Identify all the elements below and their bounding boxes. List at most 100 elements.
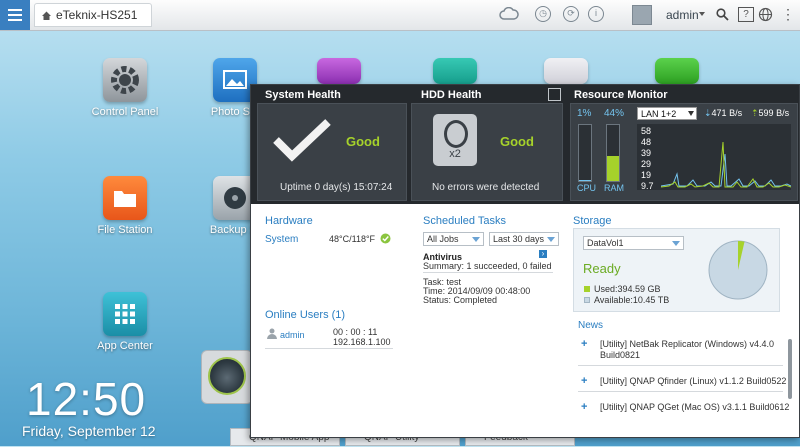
news-item-line1[interactable]: [Utility] NetBak Replicator (Windows) v4… <box>600 339 774 349</box>
uptime: Uptime 0 day(s) 15:07:24 <box>280 182 393 193</box>
info-icon[interactable]: i <box>588 6 604 22</box>
y-tick: 58 <box>641 126 652 136</box>
sync-icon[interactable]: ⟳ <box>563 6 579 22</box>
top-bar: eTeknix-HS251 ◷ ⟳ i admin ? ⋮ <box>0 0 800 31</box>
storage-title: Storage <box>573 215 612 227</box>
news-expand-icon[interactable]: + <box>581 339 590 350</box>
news-item-line1[interactable]: [Utility] QNAP Qfinder (Linux) v1.1.2 Bu… <box>600 376 786 386</box>
app-app-center[interactable]: App Center <box>80 292 170 352</box>
lan-select-value: LAN 1+2 <box>641 109 677 119</box>
folder-icon <box>103 176 147 220</box>
hardware-title: Hardware <box>265 215 313 227</box>
video-icon <box>433 58 477 84</box>
lan-select[interactable]: LAN 1+2 <box>637 107 697 120</box>
search-icon[interactable] <box>716 8 729 21</box>
storage-available: Available:10.45 TB <box>594 295 670 305</box>
disk-icon: x2 <box>433 114 477 166</box>
help-icon[interactable]: ? <box>738 7 754 22</box>
avatar[interactable] <box>632 5 652 25</box>
chevron-down-icon[interactable] <box>699 12 705 17</box>
music-icon <box>317 58 361 84</box>
desktop-date: Friday, September 12 <box>22 423 156 439</box>
menu-icon[interactable] <box>0 0 30 30</box>
more-icon[interactable]: ⋮ <box>781 6 795 22</box>
range-select-value: Last 30 days <box>493 234 545 244</box>
list-icon[interactable] <box>548 88 561 101</box>
app-label: File Station <box>97 224 153 236</box>
app-control-panel[interactable]: Control Panel <box>80 58 170 118</box>
online-user-ip: 192.168.1.100 <box>333 337 391 347</box>
divider <box>578 365 783 366</box>
news-expand-icon[interactable]: + <box>581 402 590 413</box>
news-title: News <box>578 320 604 331</box>
divider <box>265 348 393 349</box>
grid-icon <box>103 292 147 336</box>
scheduled-tasks-title: Scheduled Tasks <box>423 215 506 227</box>
y-tick: 9.7 <box>641 181 654 191</box>
app-music-station[interactable] <box>294 58 384 84</box>
hd-icon <box>544 58 588 84</box>
hdd-health-status: Good <box>500 134 534 149</box>
dashboard-launcher[interactable] <box>201 350 253 404</box>
cloud-icon[interactable] <box>499 7 519 21</box>
hdd-health-title: HDD Health <box>421 89 482 101</box>
task-summary: Summary: 1 succeeded, 0 failed <box>423 261 552 271</box>
upload-speed: ⇡599 B/s <box>751 108 790 118</box>
globe-icon[interactable] <box>758 7 773 22</box>
news-item-line2[interactable]: Build0821 <box>600 350 640 360</box>
storage-status: Ready <box>583 261 621 276</box>
download-icon <box>655 58 699 84</box>
news-item-line1[interactable]: [Utility] QNAP QGet (Mac OS) v3.1.1 Buil… <box>600 402 789 412</box>
available-swatch <box>584 297 590 303</box>
cpu-percent: 1% <box>577 108 592 119</box>
disk-count: x2 <box>449 148 461 160</box>
divider <box>578 391 783 392</box>
online-user-time: 00 : 00 : 11 <box>333 327 378 337</box>
system-health-card[interactable]: Good Uptime 0 day(s) 15:07:24 <box>257 103 407 201</box>
task-expand-icon[interactable]: › <box>539 250 547 258</box>
divider <box>423 272 553 273</box>
y-tick: 39 <box>641 148 652 158</box>
check-icon <box>273 119 331 162</box>
news-scrollbar[interactable] <box>788 339 792 399</box>
y-tick: 29 <box>641 159 652 169</box>
app-label: App Center <box>97 340 153 352</box>
net-line-up <box>661 153 791 187</box>
app-file-station[interactable]: File Station <box>80 176 170 236</box>
clock-icon[interactable]: ◷ <box>535 6 551 22</box>
system-health-status: Good <box>346 134 380 149</box>
user-menu[interactable]: admin <box>666 8 699 22</box>
storage-used: Used:394.59 GB <box>594 284 661 294</box>
cpu-bar <box>578 124 592 182</box>
hardware-system-label[interactable]: System <box>265 234 298 245</box>
app-video-station[interactable] <box>410 58 500 84</box>
range-select[interactable]: Last 30 days <box>489 232 559 246</box>
gauge-icon <box>208 357 246 395</box>
tab-home[interactable]: eTeknix-HS251 <box>34 3 152 27</box>
news-expand-icon[interactable]: + <box>581 376 590 387</box>
system-health-title: System Health <box>265 89 341 101</box>
app-download-station[interactable] <box>632 58 722 84</box>
app-label: Control Panel <box>91 106 159 118</box>
desktop-clock: 12:50 <box>26 373 147 425</box>
hdd-detail: No errors were detected <box>432 182 540 193</box>
volume-select[interactable]: DataVol1 <box>583 236 684 250</box>
jobs-select-value: All Jobs <box>427 234 459 244</box>
check-circle-icon <box>380 233 391 244</box>
download-speed: ⇣471 B/s <box>704 108 743 118</box>
jobs-select[interactable]: All Jobs <box>423 232 484 246</box>
storage-pie <box>708 240 768 300</box>
hdd-health-card[interactable]: x2 Good No errors were detected <box>411 103 563 201</box>
volume-select-value: DataVol1 <box>587 238 624 248</box>
app-hd-station[interactable] <box>521 58 611 84</box>
online-user-name[interactable]: admin <box>280 330 305 340</box>
ram-percent: 44% <box>604 108 625 119</box>
storage-card[interactable]: DataVol1 Ready Used:394.59 GB Available:… <box>573 228 780 312</box>
dashboard-panel: System Health HDD Health Resource Monito… <box>250 84 800 438</box>
online-users-title: Online Users (1) <box>265 309 346 321</box>
task-status: Status: Completed <box>423 295 498 305</box>
resource-monitor-title: Resource Monitor <box>574 89 668 101</box>
network-graph: 58 48 39 29 19 9.7 <box>637 124 791 191</box>
dashboard-header: System Health HDD Health Resource Monito… <box>251 85 799 204</box>
resource-monitor-card[interactable]: 1% 44% CPU RAM LAN 1+2 ⇣471 B/s ⇡599 B/s… <box>570 103 798 201</box>
